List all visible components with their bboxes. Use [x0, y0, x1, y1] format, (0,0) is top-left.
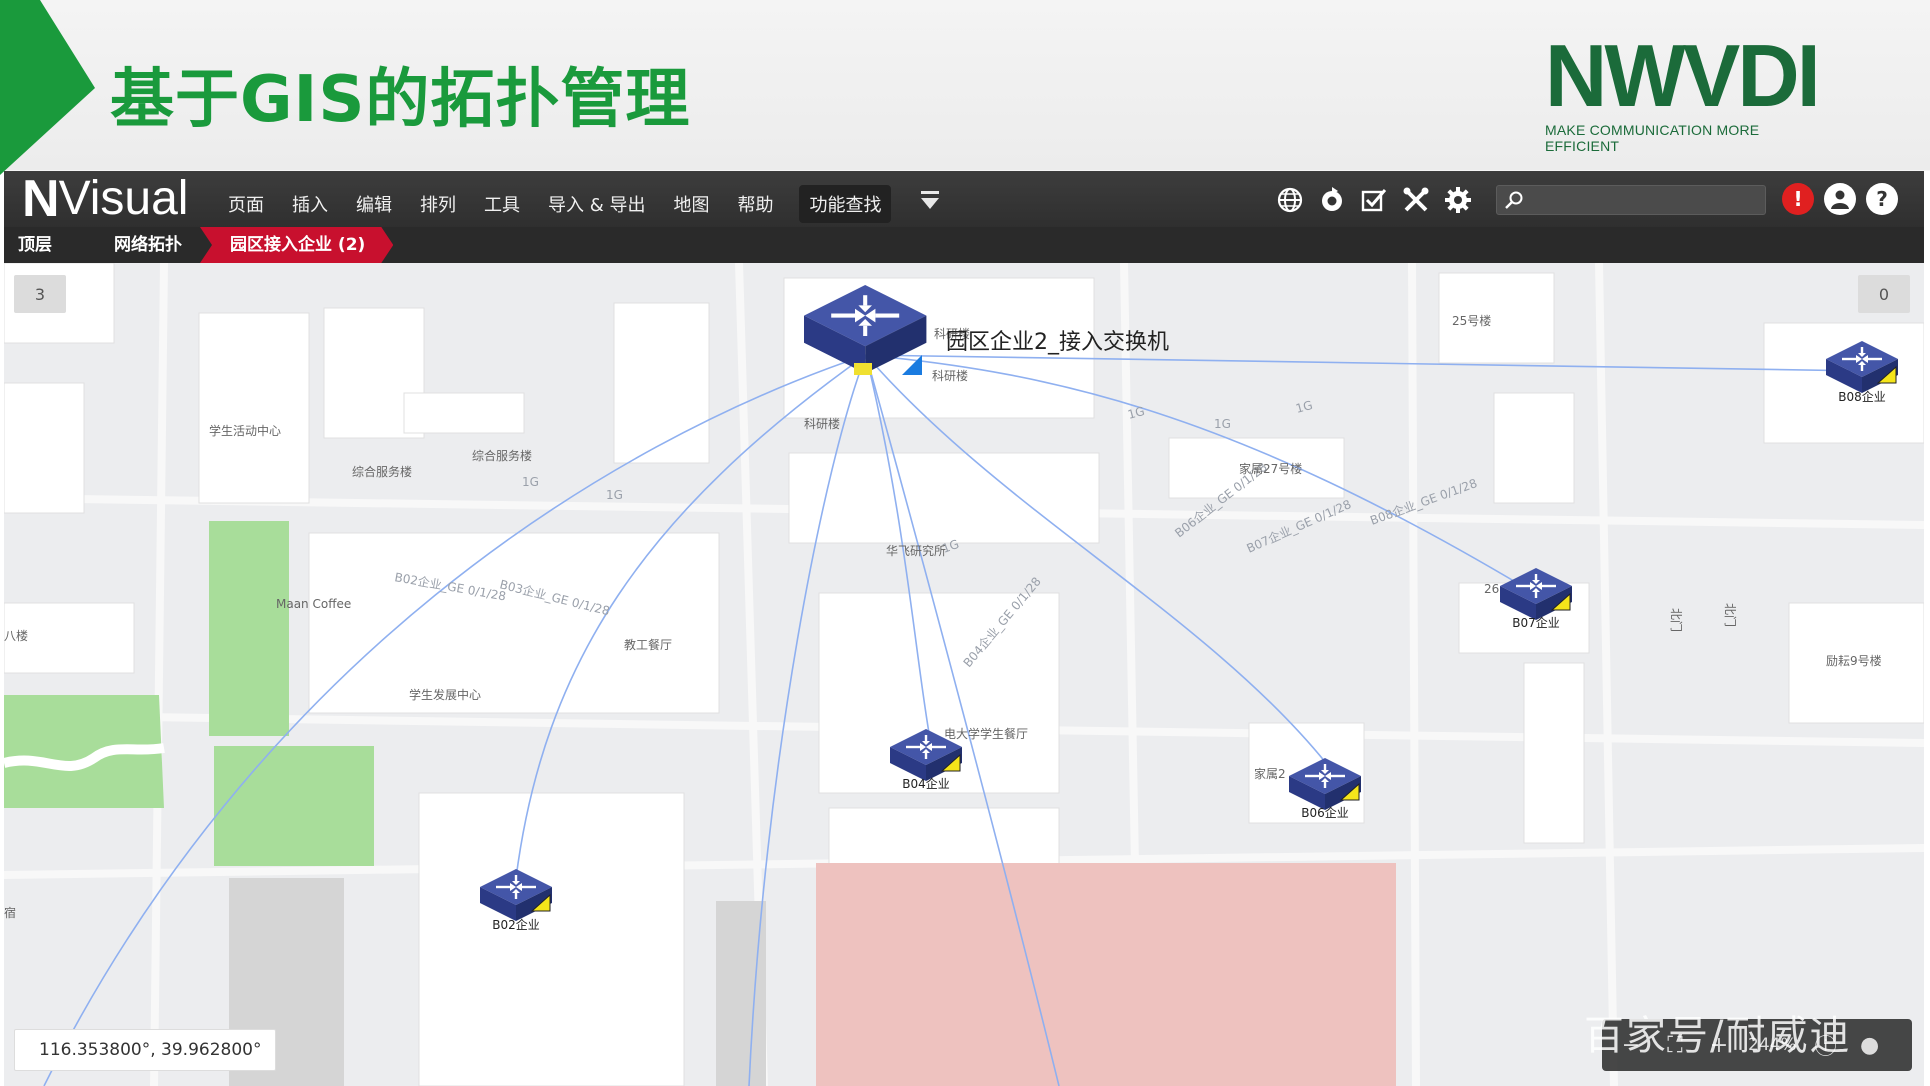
menu-tools[interactable]: 工具 — [470, 185, 534, 223]
user-icon[interactable] — [1824, 183, 1856, 215]
slide-title: 基于GIS的拓扑管理 — [110, 63, 691, 137]
globe-icon[interactable] — [1274, 184, 1306, 216]
menu-map[interactable]: 地图 — [659, 185, 723, 223]
node-label: B08企业 — [1838, 389, 1886, 404]
breadcrumb-campus-enterprise[interactable]: 园区接入企业 (2) — [200, 227, 393, 263]
place-label: 家属27号楼 — [1239, 461, 1302, 476]
menu-help[interactable]: 帮助 — [723, 185, 787, 223]
node-label: B07企业 — [1512, 615, 1560, 630]
menu-insert[interactable]: 插入 — [278, 185, 342, 223]
app-logo: N Visual — [22, 172, 189, 225]
main-menu: 页面 插入 编辑 排列 工具 导入 & 导出 地图 帮助 功能查找 — [214, 185, 892, 223]
place-label: 宿 — [4, 905, 16, 920]
menu-edit[interactable]: 编辑 — [342, 185, 406, 223]
link-label: 1G — [1214, 417, 1231, 431]
zoom-in-icon[interactable]: + — [1704, 1030, 1734, 1060]
node-label: B02企业 — [492, 917, 540, 932]
map-pink-zone — [816, 863, 1396, 1086]
map-canvas[interactable]: 1G 1G 1G 1G 1G 1G 1G B02企业_GE 0/1/28 B03… — [4, 262, 1924, 1086]
place-label: 综合服务楼 — [472, 448, 532, 463]
help-icon[interactable]: ? — [1866, 183, 1898, 215]
info-icon[interactable]: ⓘ — [1811, 1030, 1841, 1060]
gear-icon[interactable] — [1442, 184, 1474, 216]
link-label: 1G — [606, 488, 623, 502]
zoom-out-icon[interactable]: − — [1616, 1030, 1646, 1060]
function-search-button[interactable]: 功能查找 — [799, 185, 892, 223]
app-logo-n: N — [22, 171, 60, 228]
fit-view-icon[interactable]: ⛶ — [1660, 1030, 1690, 1060]
top-toolbar: N Visual 页面 插入 编辑 排列 工具 导入 & 导出 地图 帮助 功能… — [4, 171, 1924, 227]
brand-name: NWVDI — [1545, 26, 1821, 125]
node-label: B06企业 — [1301, 805, 1349, 820]
menu-expand-icon[interactable] — [918, 189, 942, 211]
place-label: 八楼 — [4, 628, 28, 643]
link-label: 1G — [522, 475, 539, 489]
zoom-controls: − ⛶ + 244% ⓘ ● — [1602, 1019, 1912, 1071]
place-label: 26 — [1484, 582, 1499, 596]
app-logo-text: Visual — [58, 172, 189, 225]
place-label: 科研楼 — [932, 368, 968, 383]
tools-icon[interactable] — [1400, 184, 1432, 216]
zoom-level: 244% — [1748, 1035, 1797, 1055]
place-label: 综合服务楼 — [352, 464, 412, 479]
close-icon[interactable]: ● — [1855, 1030, 1885, 1060]
menu-arrange[interactable]: 排列 — [406, 185, 470, 223]
place-label: 励耘9号楼 — [1826, 653, 1882, 668]
place-label: 北门 — [1723, 603, 1738, 627]
left-count-badge: 3 — [14, 275, 66, 313]
brand-slogan: MAKE COMMUNICATION MORE EFFICIENT — [1545, 122, 1760, 154]
alert-icon[interactable]: ! — [1782, 183, 1814, 215]
search-input[interactable] — [1496, 185, 1766, 215]
nvisual-app-window: N Visual 页面 插入 编辑 排列 工具 导入 & 导出 地图 帮助 功能… — [4, 171, 1924, 1086]
breadcrumb-top-level[interactable]: 顶层 — [4, 227, 70, 263]
main-switch-label: 园区企业2_接入交换机 — [946, 330, 1169, 355]
place-label: 学生活动中心 — [209, 423, 281, 438]
slide: 基于GIS的拓扑管理 NWVDI MAKE COMMUNICATION MORE… — [0, 0, 1930, 1086]
map-gray-zone-2 — [716, 901, 766, 1086]
tool-icon-group — [1274, 184, 1474, 216]
place-label: 科研楼 — [804, 416, 840, 431]
place-label: 电大学学生餐厅 — [944, 726, 1028, 741]
gis-map[interactable]: 1G 1G 1G 1G 1G 1G 1G B02企业_GE 0/1/28 B03… — [4, 262, 1924, 1086]
right-icon-group: ! ? — [1782, 183, 1898, 215]
right-count-badge: 0 — [1858, 275, 1910, 313]
status-flag-icon — [854, 363, 872, 375]
refresh-icon[interactable] — [1316, 184, 1348, 216]
place-label: 25号楼 — [1452, 313, 1491, 328]
brand-logo: NWVDI MAKE COMMUNICATION MORE EFFICIENT — [1545, 26, 1830, 155]
breadcrumb-network-topology[interactable]: 网络拓扑 — [70, 227, 200, 263]
breadcrumb: 顶层 网络拓扑 园区接入企业 (2) — [4, 227, 1924, 263]
place-label: 北门 — [1669, 608, 1684, 632]
place-label: 华飞研究所 — [886, 543, 946, 558]
place-label: 教工餐厅 — [624, 637, 672, 652]
green-accent-triangle — [0, 0, 95, 175]
place-label: 学生发展中心 — [409, 687, 481, 702]
place-label: 家属2 — [1254, 766, 1286, 781]
place-label: Maan Coffee — [276, 597, 351, 611]
node-label: B04企业 — [902, 776, 950, 791]
coordinate-readout: 116.353800°, 39.962800° — [14, 1029, 276, 1071]
checkbox-icon[interactable] — [1358, 184, 1390, 216]
menu-page[interactable]: 页面 — [214, 185, 278, 223]
menu-import-export[interactable]: 导入 & 导出 — [534, 185, 659, 223]
